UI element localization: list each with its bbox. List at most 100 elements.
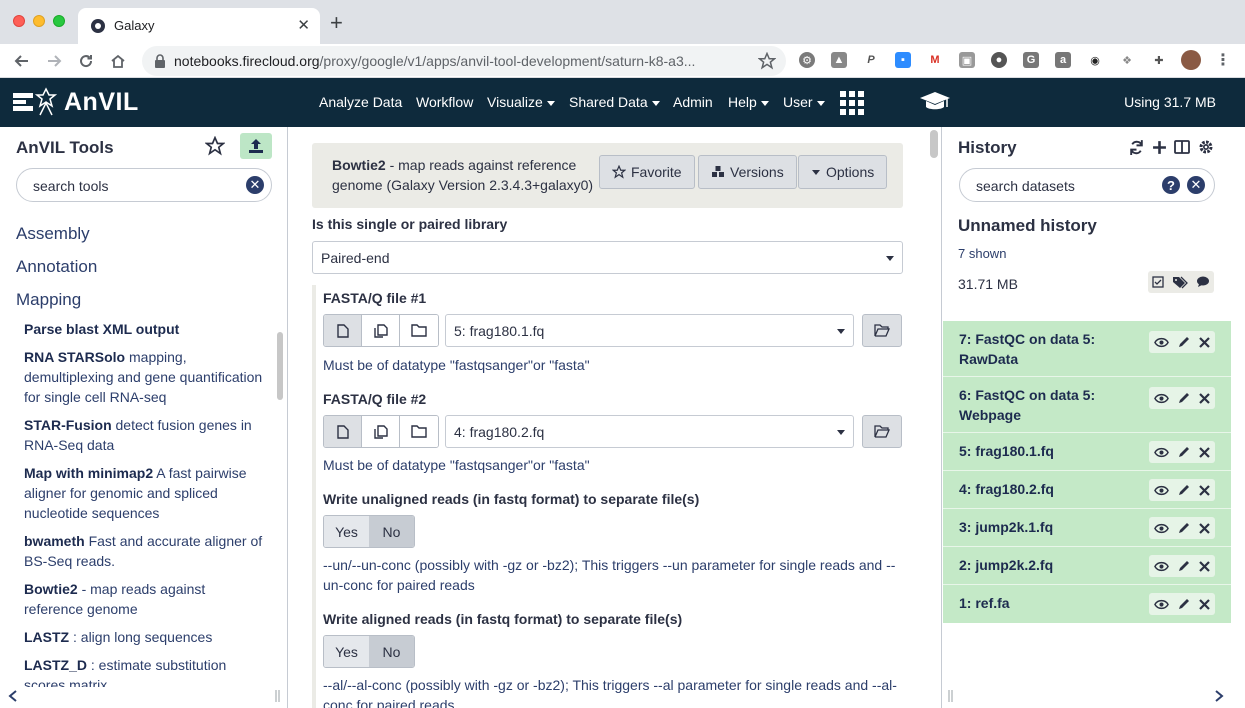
delete-x-icon[interactable] [1199, 522, 1211, 534]
pencil-icon[interactable] [1178, 336, 1190, 348]
unaligned-no-button[interactable]: No [369, 516, 414, 547]
upload-button[interactable] [240, 133, 272, 159]
address-bar[interactable]: notebooks.firecloud.org/proxy/google/v1/… [142, 46, 786, 76]
apps-grid-icon[interactable] [840, 91, 864, 118]
extension-gmail-icon[interactable]: M [927, 52, 943, 68]
select-checkbox-icon[interactable] [1152, 276, 1164, 288]
bookmark-star-icon[interactable] [758, 52, 776, 70]
home-icon[interactable] [107, 50, 129, 72]
section-mapping[interactable]: Mapping [16, 290, 81, 310]
minimize-window-button[interactable] [33, 15, 45, 27]
collection-button[interactable] [400, 416, 438, 447]
comment-icon[interactable] [1196, 276, 1210, 288]
eye-icon[interactable] [1153, 447, 1169, 458]
reload-icon[interactable] [75, 50, 97, 72]
delete-x-icon[interactable] [1199, 598, 1211, 610]
extension-gear-icon[interactable]: ⚙ [799, 52, 815, 68]
eye-icon[interactable] [1153, 523, 1169, 534]
history-shown-count[interactable]: 7 shown [958, 246, 1006, 261]
nav-workflow[interactable]: Workflow [416, 94, 473, 110]
dataset-item[interactable]: 4: frag180.2.fq [943, 471, 1231, 509]
section-assembly[interactable]: Assembly [16, 224, 90, 244]
single-dataset-button[interactable] [324, 416, 362, 447]
favorite-button[interactable]: Favorite [599, 155, 695, 189]
advanced-search-help-icon[interactable]: ? [1162, 176, 1180, 194]
extension-a-icon[interactable]: a [1055, 52, 1071, 68]
dataset-item[interactable]: 6: FastQC on data 5: Webpage [943, 377, 1231, 433]
gear-icon[interactable] [1197, 138, 1215, 156]
resize-handle-icon[interactable] [947, 690, 955, 702]
nav-help[interactable]: Help [728, 94, 769, 110]
brand-logo[interactable]: AnVIL [12, 87, 139, 117]
forward-arrow-icon[interactable] [43, 50, 65, 72]
close-window-button[interactable] [13, 15, 25, 27]
dataset-item[interactable]: 7: FastQC on data 5: RawData [943, 321, 1231, 377]
file2-select[interactable]: 4: frag180.2.fq [445, 415, 854, 448]
extension-drive-icon[interactable]: ▲ [831, 52, 847, 68]
dataset-item[interactable]: 3: jump2k.1.fq [943, 509, 1231, 547]
extensions-puzzle-icon[interactable]: ✚ [1151, 52, 1167, 68]
dataset-item[interactable]: 1: ref.fa [943, 585, 1231, 623]
pencil-icon[interactable] [1178, 522, 1190, 534]
eye-icon[interactable] [1153, 561, 1169, 572]
resize-handle-icon[interactable] [274, 690, 282, 702]
eye-icon[interactable] [1153, 485, 1169, 496]
pencil-icon[interactable] [1178, 484, 1190, 496]
nav-visualize[interactable]: Visualize [487, 94, 555, 110]
versions-button[interactable]: Versions [698, 155, 797, 189]
unaligned-yes-button[interactable]: Yes [324, 516, 369, 547]
library-type-select[interactable]: Paired-end [312, 241, 903, 274]
delete-x-icon[interactable] [1199, 560, 1211, 572]
delete-x-icon[interactable] [1199, 392, 1211, 404]
history-search-input[interactable]: search datasets ? ✕ [959, 168, 1215, 202]
refresh-icon[interactable] [1127, 138, 1145, 156]
collection-button[interactable] [400, 315, 438, 346]
delete-x-icon[interactable] [1199, 484, 1211, 496]
nav-shared-data[interactable]: Shared Data [569, 94, 660, 110]
multiple-datasets-button[interactable] [362, 416, 400, 447]
eye-icon[interactable] [1153, 393, 1169, 404]
tool-item[interactable]: LASTZ : align long sequences [24, 627, 264, 647]
profile-avatar[interactable] [1181, 50, 1201, 70]
tool-item[interactable]: Map with minimap2 A fast pairwise aligne… [24, 463, 264, 523]
nav-user[interactable]: User [783, 94, 825, 110]
clear-search-icon[interactable]: ✕ [1187, 176, 1205, 194]
history-name[interactable]: Unnamed history [958, 216, 1097, 236]
aligned-no-button[interactable]: No [369, 636, 414, 667]
tool-item[interactable]: Parse blast XML output [24, 319, 264, 339]
browser-menu-icon[interactable]: ⋮ [1215, 52, 1231, 69]
dataset-item[interactable]: 5: frag180.1.fq [943, 433, 1231, 471]
graduation-cap-icon[interactable] [920, 92, 950, 115]
delete-x-icon[interactable] [1199, 336, 1211, 348]
nav-analyze-data[interactable]: Analyze Data [319, 94, 402, 110]
favorites-star-icon[interactable] [205, 136, 225, 156]
quota-meter[interactable]: Using 31.7 MB [1124, 94, 1216, 110]
tags-icon[interactable] [1172, 276, 1188, 289]
tool-form-scrollbar[interactable] [930, 130, 938, 158]
pencil-icon[interactable] [1178, 560, 1190, 572]
extension-g-icon[interactable]: G [1023, 52, 1039, 68]
tool-item[interactable]: STAR-Fusion detect fusion genes in RNA-S… [24, 415, 264, 455]
section-annotation[interactable]: Annotation [16, 257, 97, 277]
aligned-yes-button[interactable]: Yes [324, 636, 369, 667]
extension-screen-icon[interactable]: ▣ [959, 52, 975, 68]
file1-select[interactable]: 5: frag180.1.fq [445, 314, 854, 347]
tool-item[interactable]: LASTZ_D : estimate substitution scores m… [24, 655, 264, 687]
dataset-item[interactable]: 2: jump2k.2.fq [943, 547, 1231, 585]
options-button[interactable]: Options [798, 155, 888, 189]
eye-icon[interactable] [1153, 599, 1169, 610]
eye-icon[interactable] [1153, 337, 1169, 348]
collapse-right-chevron-icon[interactable] [1213, 689, 1225, 703]
extension-circle-icon[interactable]: ● [991, 52, 1007, 68]
plus-icon[interactable] [1150, 138, 1168, 156]
single-dataset-button[interactable] [324, 315, 362, 346]
file1-browse-button[interactable] [862, 314, 902, 347]
new-tab-button[interactable]: + [330, 12, 343, 34]
pencil-icon[interactable] [1178, 392, 1190, 404]
pencil-icon[interactable] [1178, 598, 1190, 610]
tool-item[interactable]: RNA STARSolo mapping, demultiplexing and… [24, 347, 264, 407]
columns-icon[interactable] [1173, 138, 1191, 156]
nav-admin[interactable]: Admin [673, 94, 713, 110]
tool-item[interactable]: Bowtie2 - map reads against reference ge… [24, 579, 264, 619]
clear-search-icon[interactable]: ✕ [246, 176, 264, 194]
